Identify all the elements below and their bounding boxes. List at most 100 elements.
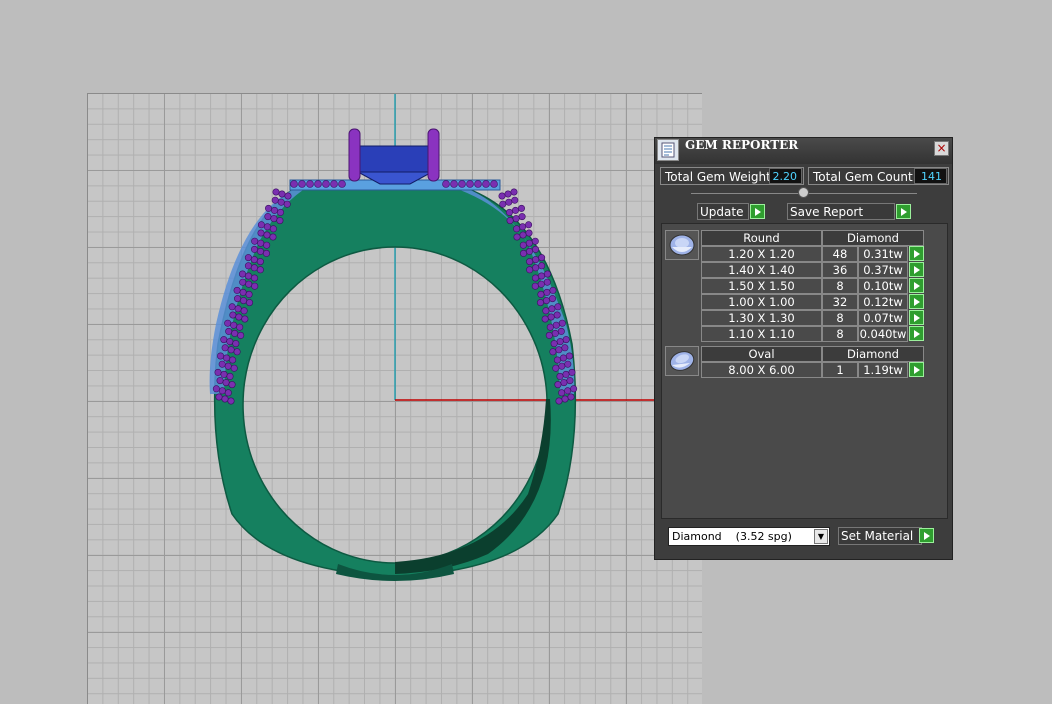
pave-stone — [559, 354, 567, 362]
select-row-button[interactable] — [909, 246, 924, 261]
pave-stone — [228, 381, 236, 389]
pave-stone — [262, 249, 270, 257]
gem-count: 48 — [822, 246, 858, 262]
pave-stone — [553, 311, 561, 319]
pave-stone — [505, 208, 513, 216]
pave-stone — [256, 266, 264, 274]
gem-weight: 0.12tw — [858, 294, 908, 310]
pave-stone — [257, 229, 265, 237]
gem-count: 36 — [822, 262, 858, 278]
pave-stone — [546, 323, 554, 331]
select-row-button[interactable] — [909, 278, 924, 293]
pave-stone — [226, 372, 234, 380]
set-material-go-button[interactable] — [919, 528, 934, 543]
pave-stone — [532, 245, 540, 253]
pave-stone — [220, 370, 228, 378]
pave-stone — [244, 262, 252, 270]
update-button[interactable]: Update — [697, 203, 749, 220]
gem-size: 1.30 X 1.30 — [701, 310, 822, 326]
pave-stone — [221, 344, 229, 352]
pave-stone — [218, 360, 226, 368]
pave-stone — [232, 340, 240, 348]
pave-stone — [558, 319, 566, 327]
pave-stone — [562, 370, 570, 378]
pave-stone — [543, 278, 551, 286]
pave-stone — [519, 231, 527, 239]
pave-stone — [256, 258, 264, 266]
set-material-button[interactable]: Set Material — [838, 527, 922, 545]
save-report-go-button[interactable] — [896, 204, 911, 219]
select-row-button[interactable] — [909, 362, 924, 377]
pave-stone — [330, 180, 338, 188]
pave-stone — [554, 381, 562, 389]
pave-stone — [233, 286, 241, 294]
save-report-button[interactable]: Save Report — [787, 203, 895, 220]
pave-stone — [214, 368, 222, 376]
gem-size: 1.50 X 1.50 — [701, 278, 822, 294]
close-button[interactable]: × — [934, 141, 949, 156]
pave-stone — [474, 180, 482, 188]
pave-stone — [565, 352, 573, 360]
pave-stone — [537, 290, 545, 298]
pave-stone — [250, 274, 258, 282]
pave-stone — [229, 311, 237, 319]
pave-stone — [513, 233, 521, 241]
pave-stone — [271, 196, 279, 204]
panel-titlebar[interactable]: GEM REPORTER × — [655, 138, 952, 164]
slider-thumb[interactable] — [798, 187, 809, 198]
pave-stone — [298, 180, 306, 188]
3d-viewport[interactable] — [87, 93, 702, 704]
gem-weight: 0.07tw — [858, 310, 908, 326]
pave-stone — [548, 305, 556, 313]
pave-stone — [525, 239, 533, 247]
pave-stone — [541, 315, 549, 323]
pave-stone — [250, 256, 258, 264]
ring-model[interactable] — [88, 94, 702, 704]
gem-reporter-panel: GEM REPORTER × Total Gem Weight 2.20 Tot… — [654, 137, 953, 560]
chevron-down-icon[interactable]: ▼ — [814, 529, 828, 544]
gem-size: 1.20 X 1.20 — [701, 246, 822, 262]
pave-stone — [551, 329, 559, 337]
gem-size: 1.10 X 1.10 — [701, 326, 822, 342]
pave-stone — [504, 190, 512, 198]
pave-stone — [269, 233, 277, 241]
pave-stone — [513, 225, 521, 233]
pave-stone — [567, 393, 575, 401]
gem-weight: 0.10tw — [858, 278, 908, 294]
pave-stone — [264, 213, 272, 221]
select-row-button[interactable] — [909, 310, 924, 325]
select-row-button[interactable] — [909, 294, 924, 309]
select-row-button[interactable] — [909, 262, 924, 277]
pave-stone — [519, 223, 527, 231]
pave-stone — [229, 356, 237, 364]
pave-stone — [224, 362, 232, 370]
pave-stone — [306, 180, 314, 188]
gem-weight: 1.19tw — [858, 362, 908, 378]
select-row-button[interactable] — [909, 326, 924, 341]
pave-stone — [227, 397, 235, 405]
pave-stone — [511, 196, 519, 204]
pave-stone — [554, 303, 562, 311]
gem-list: Round Diamond 1.20 X 1.20 48 0.31tw 1.40… — [661, 223, 948, 519]
pave-stone — [235, 313, 243, 321]
total-weight-value: 2.20 — [769, 168, 802, 184]
pave-stone — [233, 348, 241, 356]
pave-stone — [568, 368, 576, 376]
pave-stone — [276, 217, 284, 225]
pave-stone — [231, 329, 239, 337]
pave-stone — [543, 288, 551, 296]
pave-stone — [553, 356, 561, 364]
pave-stone — [549, 348, 557, 356]
material-select[interactable]: Diamond (3.52 spg) ▼ — [668, 527, 830, 546]
pave-stone — [277, 198, 285, 206]
gem-size: 8.00 X 6.00 — [701, 362, 822, 378]
pave-stone — [564, 387, 572, 395]
pave-stone — [245, 280, 253, 288]
pave-stone — [263, 223, 271, 231]
pave-stone — [538, 272, 546, 280]
pave-stone — [224, 389, 232, 397]
pave-stone — [525, 229, 533, 237]
pave-stone — [558, 362, 566, 370]
pave-stone — [216, 377, 224, 385]
update-go-button[interactable] — [750, 204, 765, 219]
